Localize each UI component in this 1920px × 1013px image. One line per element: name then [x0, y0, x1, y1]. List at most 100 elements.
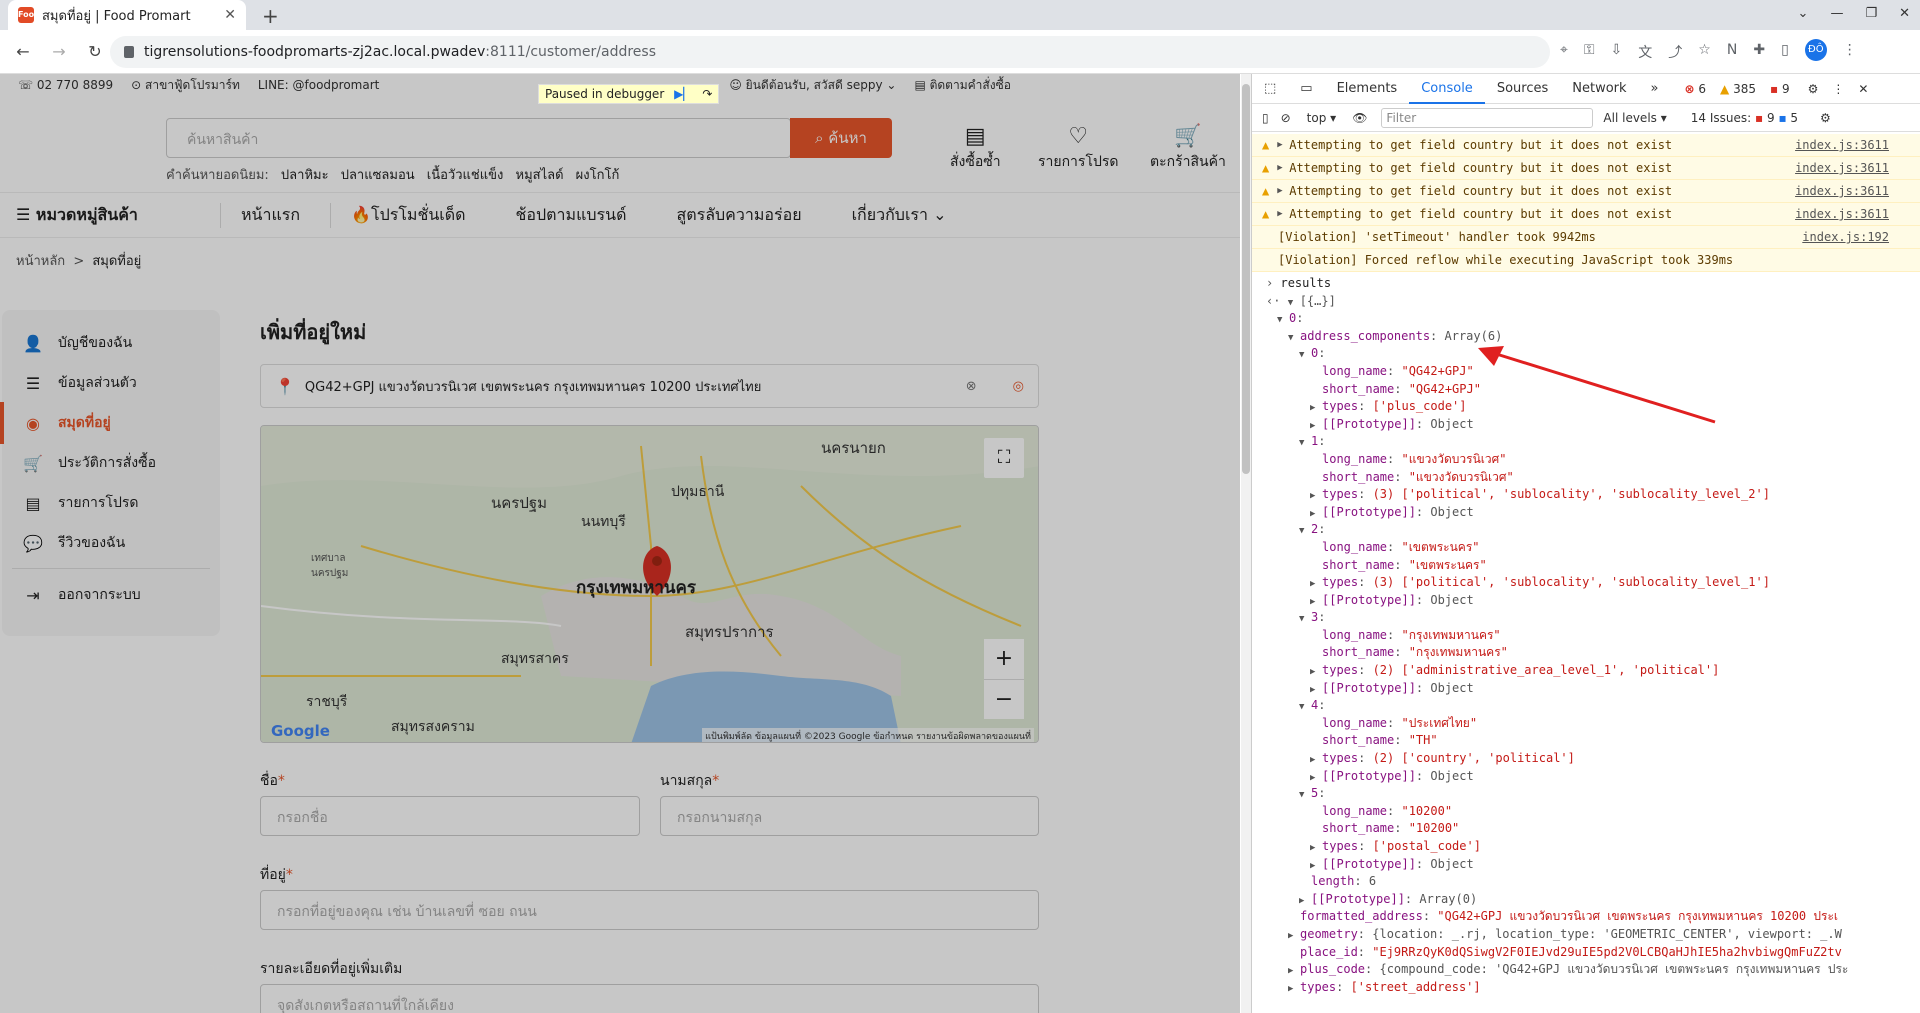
expand-toggle-icon[interactable]: ▶	[1310, 840, 1322, 856]
nav-item-brands[interactable]: ช้อปตามแบรนด์	[496, 203, 627, 228]
nav-item-about[interactable]: เกี่ยวกับเรา ⌄	[832, 203, 947, 228]
expand-icon[interactable]: ▶	[1277, 209, 1289, 219]
console-tree-row[interactable]: ‹· ▼ [{…}]	[1252, 293, 1920, 311]
expand-toggle-icon[interactable]: ▶	[1310, 682, 1322, 698]
expand-icon[interactable]: ▶	[1277, 140, 1289, 150]
error-count[interactable]: ⊗ 6	[1685, 82, 1707, 96]
sidebar-item-reviews[interactable]: 💬 รีวิวของฉัน	[22, 528, 202, 558]
last-name-input[interactable]: กรอกนามสกุล	[660, 796, 1039, 836]
track-order-link[interactable]: ▤ ติดตามคำสั่งซื้อ	[914, 76, 1010, 95]
nav-item-home[interactable]: หน้าแรก	[220, 202, 300, 228]
console-tree-row[interactable]: ▶ types: ['postal_code']	[1252, 838, 1920, 856]
extension-n-icon[interactable]: N	[1727, 42, 1737, 62]
minimize-icon[interactable]: —	[1830, 6, 1843, 21]
console-warning[interactable]: ▲ ▶ Attempting to get field country but it…	[1252, 180, 1920, 203]
expand-toggle-icon[interactable]: ▼	[1299, 611, 1311, 627]
sidebar-item-logout[interactable]: ⇥ ออกจากระบบ	[22, 580, 202, 610]
warning-count[interactable]: ▲ 385	[1720, 82, 1756, 96]
close-devtools-icon[interactable]: ✕	[1858, 82, 1868, 96]
sidepanel-icon[interactable]: ▯	[1781, 42, 1789, 62]
clear-console-icon[interactable]: ⊘	[1281, 111, 1291, 125]
issues-counter[interactable]: 14 Issues: ▪ 9 ▪ 5	[1691, 111, 1798, 125]
expand-toggle-icon[interactable]: ▶	[1288, 981, 1300, 997]
product-search-input[interactable]: ค้นหาสินค้า	[166, 118, 791, 158]
popular-term[interactable]: ปลาแซลมอน	[341, 168, 415, 183]
context-select[interactable]: top ▾	[1307, 111, 1337, 125]
console-tree-row[interactable]: ▼ 2:	[1252, 521, 1920, 539]
console-tree-row[interactable]: ▶ [[Prototype]]: Array(0)	[1252, 891, 1920, 909]
console-tree-row[interactable]: ▶ [[Prototype]]: Object	[1252, 504, 1920, 522]
console-filter-input[interactable]: Filter	[1381, 107, 1594, 128]
console-tree-row[interactable]: ▶ [[Prototype]]: Object	[1252, 680, 1920, 698]
branch-link[interactable]: ⊙ สาขาฟู้ดโปรมาร์ท	[131, 76, 240, 95]
console-tree-row[interactable]: ▶ types: (3) ['political', 'sublocality',…	[1252, 574, 1920, 592]
expand-toggle-icon[interactable]: ▶	[1288, 963, 1300, 979]
console-tree-row[interactable]: ▶ [[Prototype]]: Object	[1252, 592, 1920, 610]
address-search-input[interactable]: 📍 QG42+GPJ แขวงวัดบวรนิเวศ เขตพระนคร กรุ…	[260, 364, 1039, 408]
sidebar-item-orders[interactable]: 🛒 ประวัติการสั่งซื้อ	[22, 448, 202, 478]
expand-toggle-icon[interactable]: ▼	[1288, 330, 1300, 346]
url-bar[interactable]: tigrensolutions-foodpromarts-zj2ac.local…	[110, 36, 1550, 68]
extra-address-input[interactable]: จุดสังเกตหรือสถานที่ใกล้เคียง	[260, 984, 1039, 1013]
translate-icon[interactable]: 文	[1638, 42, 1652, 62]
tab-console[interactable]: Console	[1409, 74, 1485, 104]
nav-item-promotion[interactable]: 🔥โปรโมชั่นเด็ด	[330, 202, 466, 228]
expand-toggle-icon[interactable]: ▼	[1288, 295, 1300, 311]
menu-dots-icon[interactable]: ⋮	[1843, 42, 1857, 62]
source-link[interactable]: index.js:192	[1802, 230, 1889, 244]
log-levels-select[interactable]: All levels ▾	[1603, 111, 1666, 125]
console-warning[interactable]: ▲ ▶ Attempting to get field country but it…	[1252, 157, 1920, 180]
expand-icon[interactable]: ▶	[1277, 186, 1289, 196]
console-tree-row[interactable]: ▶ types: (2) ['country', 'political']	[1252, 750, 1920, 768]
expand-toggle-icon[interactable]: ▶	[1299, 893, 1311, 909]
expand-toggle-icon[interactable]: ▶	[1310, 858, 1322, 874]
tab-search-icon[interactable]: ⌄	[1798, 6, 1809, 21]
location-icon[interactable]: ⌖	[1560, 42, 1568, 62]
sidebar-item-profile[interactable]: ☰ ข้อมูลส่วนตัว	[22, 368, 202, 398]
expand-toggle-icon[interactable]: ▶	[1310, 418, 1322, 434]
expand-toggle-icon[interactable]: ▶	[1310, 770, 1322, 786]
source-link[interactable]: index.js:3611	[1795, 161, 1889, 175]
wishlist-button[interactable]: ♡ รายการโปรด	[1038, 124, 1118, 173]
console-tree-row[interactable]: ▶ plus_code: {compound_code: 'QG42+GPJ แข…	[1252, 961, 1920, 979]
first-name-input[interactable]: กรอกชื่อ	[260, 796, 640, 836]
sidebar-toggle-icon[interactable]: ▯	[1262, 111, 1269, 125]
console-settings-icon[interactable]: ⚙	[1820, 111, 1831, 125]
popular-term[interactable]: ปลาหิมะ	[281, 168, 329, 183]
resume-icon[interactable]: ▶▏	[674, 87, 692, 101]
page-scrollbar[interactable]	[1241, 74, 1251, 1013]
info-count[interactable]: ▪ 9	[1770, 82, 1790, 96]
console-tree-row[interactable]: ▼ 1:	[1252, 433, 1920, 451]
eye-icon[interactable]: 👁	[1352, 111, 1367, 125]
expand-toggle-icon[interactable]: ▶	[1310, 506, 1322, 522]
reorder-button[interactable]: ▤ สั่งซื้อซ้ำ	[950, 124, 1001, 173]
devtools-menu-icon[interactable]: ⋮	[1832, 82, 1844, 96]
close-tab-icon[interactable]: ✕	[224, 7, 236, 23]
bookmark-star-icon[interactable]: ☆	[1698, 42, 1711, 62]
sidebar-item-address-book[interactable]: ◉ สมุดที่อยู่	[0, 402, 202, 444]
reload-icon[interactable]: ↻	[82, 42, 108, 61]
tab-sources[interactable]: Sources	[1485, 74, 1560, 104]
console-tree-row[interactable]: ▼ 3:	[1252, 609, 1920, 627]
forward-icon[interactable]: →	[46, 42, 72, 61]
console-warning[interactable]: ▲ ▶ Attempting to get field country but it…	[1252, 203, 1920, 226]
extensions-puzzle-icon[interactable]: ✚	[1753, 42, 1765, 62]
expand-toggle-icon[interactable]: ▶	[1310, 664, 1322, 680]
address-input[interactable]: กรอกที่อยู่ของคุณ เช่น บ้านเลขที่ ซอย ถน…	[260, 890, 1039, 930]
zoom-out-button[interactable]: −	[984, 679, 1024, 719]
console-tree-row[interactable]: ▼ 0:	[1252, 310, 1920, 328]
console-tree-row[interactable]: ▶ geometry: {location: _.rj, location_typ…	[1252, 926, 1920, 944]
step-over-icon[interactable]: ↷	[702, 87, 712, 101]
tab-elements[interactable]: Elements	[1325, 74, 1410, 104]
fullscreen-button[interactable]: ⛶	[984, 438, 1024, 478]
console-tree-row[interactable]: ▶ [[Prototype]]: Object	[1252, 768, 1920, 786]
expand-toggle-icon[interactable]: ▼	[1299, 523, 1311, 539]
popular-term[interactable]: หมูสไลด์	[516, 168, 564, 183]
install-icon[interactable]: ⇩	[1611, 42, 1623, 62]
sidebar-item-account[interactable]: 👤 บัญชีของฉัน	[22, 328, 202, 358]
security-icon[interactable]	[124, 46, 134, 58]
google-map[interactable]: นครนายก นครปฐม ปทุมธานี นนทบุรี กรุงเทพม…	[260, 425, 1039, 743]
source-link[interactable]: index.js:3611	[1795, 207, 1889, 221]
cart-button[interactable]: 🛒 ตะกร้าสินค้า	[1150, 124, 1226, 173]
more-tabs-icon[interactable]: »	[1639, 74, 1671, 104]
